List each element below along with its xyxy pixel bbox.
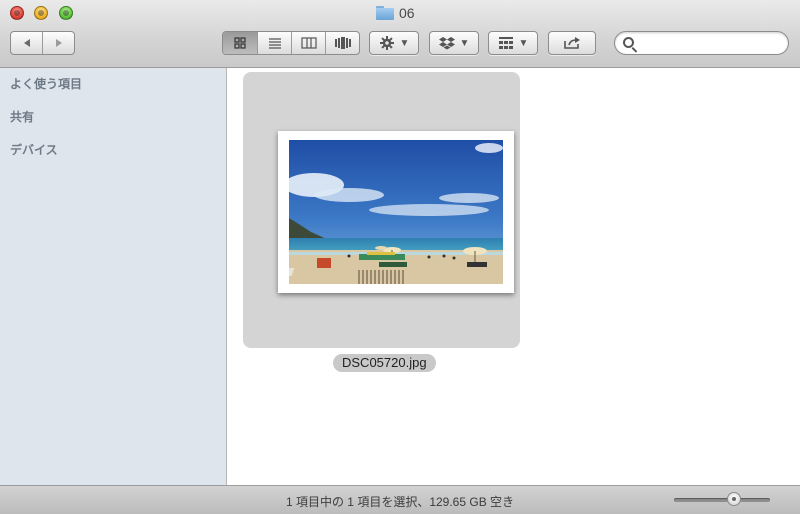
chevron-down-icon: ▼ [399, 37, 410, 49]
grid-icon [234, 37, 246, 49]
window-title: 06 [376, 4, 415, 22]
gear-icon [379, 36, 394, 50]
triangle-left-icon [23, 39, 30, 47]
zoom-dot-icon [63, 10, 69, 16]
columns-icon [300, 37, 317, 49]
sidebar-section-favorites[interactable]: よく使う項目 [10, 75, 82, 92]
share-icon [564, 37, 580, 49]
coverflow-icon [334, 37, 351, 49]
zoom-window-button[interactable] [59, 6, 73, 20]
chevron-down-icon: ▼ [459, 37, 470, 49]
sidebar: よく使う項目 共有 デバイス [0, 68, 227, 485]
icon-size-slider-knob[interactable] [726, 492, 741, 506]
sidebar-section-devices[interactable]: デバイス [10, 141, 58, 158]
arrange-menu-button[interactable]: ▼ [488, 31, 538, 55]
close-window-button[interactable] [10, 6, 24, 20]
action-menu-button[interactable]: ▼ [369, 31, 419, 55]
coverflow-view-button[interactable] [326, 32, 359, 54]
search-field[interactable] [614, 31, 789, 55]
folder-icon [376, 6, 394, 20]
minimize-dot-icon [38, 10, 44, 16]
icon-size-slider[interactable] [674, 498, 770, 502]
arrange-grid-icon [498, 37, 513, 49]
file-browser-content: DSC05720.jpg [228, 68, 800, 485]
beach-photo-image [289, 140, 503, 284]
minimize-window-button[interactable] [34, 6, 48, 20]
sidebar-section-shared[interactable]: 共有 [10, 108, 34, 125]
dropbox-icon [438, 37, 455, 50]
back-button[interactable] [11, 32, 43, 54]
icon-view-button[interactable] [223, 32, 258, 54]
column-view-button[interactable] [292, 32, 326, 54]
search-icon [623, 37, 634, 48]
status-bar: 1 項目中の 1 項目を選択、129.65 GB 空き [0, 485, 800, 514]
view-mode-control [222, 31, 360, 55]
file-name-label[interactable]: DSC05720.jpg [333, 354, 436, 372]
dropbox-menu-button[interactable]: ▼ [429, 31, 479, 55]
forward-button[interactable] [43, 32, 74, 54]
list-view-button[interactable] [258, 32, 292, 54]
back-forward-control [10, 31, 75, 55]
window-title-text: 06 [399, 5, 415, 21]
window-toolbar: 06 ▼ ▼ ▼ [0, 0, 800, 68]
file-item-selected[interactable]: DSC05720.jpg [243, 72, 520, 372]
file-thumbnail[interactable] [278, 131, 514, 293]
share-button[interactable] [548, 31, 596, 55]
lines-icon [268, 38, 281, 49]
search-input[interactable] [639, 35, 779, 51]
triangle-right-icon [55, 39, 62, 47]
close-dot-icon [14, 10, 20, 16]
chevron-down-icon: ▼ [518, 37, 529, 49]
